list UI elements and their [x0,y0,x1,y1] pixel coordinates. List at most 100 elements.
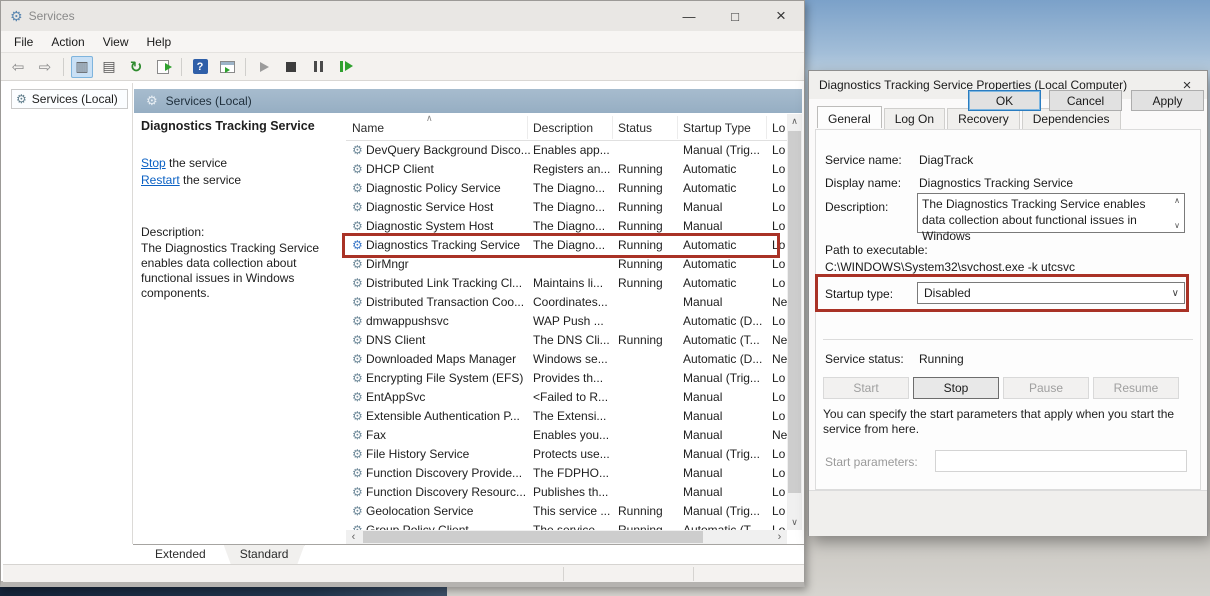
menu-file[interactable]: File [5,31,42,53]
spin-down-icon[interactable]: ∨ [1174,221,1180,230]
table-row[interactable]: ⚙DevQuery Background Disco...Enables app… [346,141,787,160]
horizontal-scrollbar[interactable]: ‹ › [346,530,787,544]
column-separator[interactable] [527,116,528,139]
stop-service-button[interactable] [280,56,302,78]
cell-status: Running [618,181,676,195]
table-row[interactable]: ⚙Function Discovery Resourc...Publishes … [346,483,787,502]
path-to-executable-label: Path to executable: [825,243,928,257]
description-scroll[interactable]: ∧ ∨ [1170,194,1184,232]
gear-icon: ⚙ [352,162,363,176]
table-row[interactable]: ⚙DHCP ClientRegisters an...RunningAutoma… [346,160,787,179]
close-button[interactable]: × [758,1,804,31]
vertical-scrollbar[interactable]: ∧ ∨ [787,114,802,530]
cell-log-on-as: Lo [772,390,787,404]
table-row[interactable]: ⚙FaxEnables you...ManualNe [346,426,787,445]
tree-item-services-local[interactable]: ⚙ Services (Local) [11,89,128,109]
dialog-tab-dependencies[interactable]: Dependencies [1022,108,1121,130]
dialog-tab-log-on[interactable]: Log On [884,108,945,130]
cell-startup-type: Manual (Trig... [683,447,769,461]
description-textbox[interactable]: The Diagnostics Tracking Service enables… [917,193,1185,233]
cancel-button[interactable]: Cancel [1049,90,1122,111]
table-row[interactable]: ⚙Extensible Authentication P...The Exten… [346,407,787,426]
help-button[interactable]: ? [189,56,211,78]
spin-up-icon[interactable]: ∧ [1174,196,1180,205]
restart-service-link[interactable]: Restart [141,173,180,187]
gear-icon: ⚙ [352,485,363,499]
export-list-button[interactable] [152,56,174,78]
column-header-lo[interactable]: Lo [772,121,785,135]
cell-description: The Diagno... [533,238,615,252]
table-row[interactable]: ⚙Diagnostic Service HostThe Diagno...Run… [346,198,787,217]
table-row[interactable]: ⚙Function Discovery Provide...The FDPHO.… [346,464,787,483]
titlebar[interactable]: ⚙ Services — □ × [1,1,804,31]
table-row[interactable]: ⚙Distributed Link Tracking Cl...Maintain… [346,274,787,293]
scroll-up-icon[interactable]: ∧ [787,114,802,129]
stop-service-link[interactable]: Stop [141,156,166,170]
scroll-left-icon[interactable]: ‹ [346,530,361,544]
view-tab-extended[interactable]: Extended [139,545,222,564]
gear-icon: ⚙ [352,181,363,195]
table-row[interactable]: ⚙dmwappushsvcWAP Push ...Automatic (D...… [346,312,787,331]
horizontal-scroll-thumb[interactable] [363,531,703,543]
results-pane-header: ⚙ Services (Local) [134,89,802,113]
dialog-tab-general[interactable]: General [817,106,882,128]
table-row[interactable]: ⚙Diagnostic Policy ServiceThe Diagno...R… [346,179,787,198]
apply-button[interactable]: Apply [1131,90,1204,111]
gear-icon: ⚙ [352,447,363,461]
scroll-right-icon[interactable]: › [772,530,787,544]
table-row-highlighted[interactable]: ⚙Diagnostics Tracking ServiceThe Diagno.… [346,236,787,255]
minimize-button[interactable]: — [666,1,712,31]
menu-action[interactable]: Action [42,31,93,53]
table-row[interactable]: ⚙DirMngrRunningAutomaticLo [346,255,787,274]
column-header-startup-type[interactable]: Startup Type [683,121,751,135]
column-header-description[interactable]: Description [533,121,593,135]
view-tab-standard[interactable]: Standard [224,545,305,564]
table-row[interactable]: ⚙Encrypting File System (EFS)Provides th… [346,369,787,388]
cell-description: Publishes th... [533,485,615,499]
cell-log-on-as: Ne [772,295,787,309]
description-label: Description: [141,225,339,239]
startup-type-dropdown[interactable]: Disabled ∨ [917,282,1185,304]
show-console-tree-button[interactable]: ▥ [71,56,93,78]
cell-startup-type: Manual [683,219,769,233]
table-row[interactable]: ⚙DNS ClientThe DNS Cli...RunningAutomati… [346,331,787,350]
start-parameters-input[interactable] [935,450,1187,472]
scroll-down-icon[interactable]: ∨ [787,515,802,530]
column-separator[interactable] [766,116,767,139]
show-action-pane-button[interactable] [216,56,238,78]
table-row[interactable]: ⚙Diagnostic System HostThe Diagno...Runn… [346,217,787,236]
table-row[interactable]: ⚙File History ServiceProtects use...Manu… [346,445,787,464]
cell-name: DNS Client [366,333,531,347]
cell-status: Running [618,219,676,233]
column-separator[interactable] [612,116,613,139]
column-separator[interactable] [677,116,678,139]
start-service-button[interactable] [253,56,275,78]
cell-name: Fax [366,428,531,442]
cell-startup-type: Manual [683,200,769,214]
vertical-scroll-thumb[interactable] [788,131,801,493]
service-status-value: Running [919,352,964,366]
forward-button[interactable]: ⇨ [34,56,56,78]
table-row[interactable]: ⚙Geolocation ServiceThis service ...Runn… [346,502,787,521]
column-header-name[interactable]: Name [352,121,384,135]
back-button[interactable]: ⇦ [7,56,29,78]
dialog-tab-recovery[interactable]: Recovery [947,108,1020,130]
ok-button[interactable]: OK [968,90,1041,111]
column-header-status[interactable]: Status [618,121,652,135]
refresh-button[interactable]: ↻ [125,56,147,78]
cell-name: dmwappushsvc [366,314,531,328]
service-list: ⚙DevQuery Background Disco...Enables app… [346,141,787,532]
menu-help[interactable]: Help [138,31,181,53]
table-row[interactable]: ⚙Distributed Transaction Coo...Coordinat… [346,293,787,312]
table-row[interactable]: ⚙Downloaded Maps ManagerWindows se...Aut… [346,350,787,369]
cell-name: EntAppSvc [366,390,531,404]
table-row[interactable]: ⚙EntAppSvc<Failed to R...ManualLo [346,388,787,407]
pause-service-button[interactable] [307,56,329,78]
maximize-button[interactable]: □ [712,1,758,31]
cell-log-on-as: Lo [772,504,787,518]
restart-service-button[interactable] [334,56,356,78]
properties-button[interactable]: ▤ [98,56,120,78]
stop-button[interactable]: Stop [913,377,999,399]
menu-view[interactable]: View [94,31,138,53]
restart-link-suffix: the service [180,173,241,187]
